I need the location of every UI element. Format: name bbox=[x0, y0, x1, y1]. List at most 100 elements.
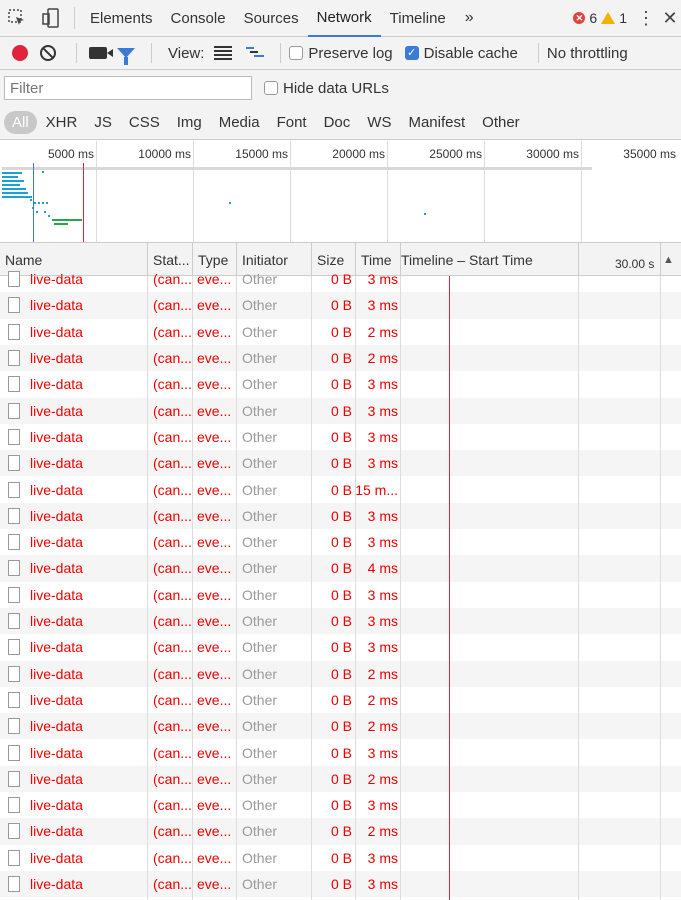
filter-input[interactable] bbox=[4, 76, 252, 100]
time-cell: 3 ms bbox=[367, 797, 398, 814]
document-icon bbox=[8, 297, 20, 314]
device-toolbar-icon[interactable] bbox=[34, 0, 68, 37]
status-cell: (can... bbox=[153, 350, 191, 367]
error-count: 6 bbox=[589, 10, 598, 26]
name-cell[interactable]: live-data bbox=[8, 818, 146, 844]
tab-sources[interactable]: Sources bbox=[235, 0, 308, 37]
size-cell: 0 B bbox=[330, 297, 352, 314]
time-cell: 2 ms bbox=[367, 718, 398, 735]
type-other[interactable]: Other bbox=[474, 111, 528, 134]
status-cell: (can... bbox=[153, 691, 191, 708]
overview-tick-label: 25000 ms bbox=[429, 147, 482, 161]
name-cell[interactable]: live-data bbox=[8, 424, 146, 450]
document-icon bbox=[8, 613, 20, 630]
type-cell: eve... bbox=[197, 455, 232, 472]
throttling-select[interactable]: No throttling bbox=[547, 45, 628, 62]
checkbox-unchecked[interactable] bbox=[289, 46, 304, 60]
type-font[interactable]: Font bbox=[269, 111, 315, 134]
status-cell: (can... bbox=[153, 823, 191, 840]
load-marker bbox=[83, 163, 84, 242]
initiator-cell: Other bbox=[242, 271, 278, 288]
type-all[interactable]: All bbox=[4, 111, 37, 134]
tab-console[interactable]: Console bbox=[162, 0, 235, 37]
name-cell[interactable]: live-data bbox=[8, 450, 146, 476]
close-icon[interactable]: ✕ bbox=[659, 8, 681, 29]
time-cell: 3 ms bbox=[367, 402, 398, 419]
hide-data-urls-checkbox[interactable]: Hide data URLs bbox=[264, 80, 389, 97]
overview-dot bbox=[42, 202, 44, 204]
clear-button[interactable] bbox=[40, 45, 56, 61]
request-name: live-data bbox=[30, 376, 83, 393]
initiator-cell: Other bbox=[242, 665, 278, 682]
type-cell: eve... bbox=[197, 534, 232, 551]
document-icon bbox=[8, 402, 20, 419]
type-doc[interactable]: Doc bbox=[316, 111, 359, 134]
name-cell[interactable]: live-data bbox=[8, 845, 146, 871]
name-cell[interactable]: live-data bbox=[8, 608, 146, 634]
name-cell[interactable]: live-data bbox=[8, 345, 146, 371]
status-cell: (can... bbox=[153, 744, 191, 761]
type-img[interactable]: Img bbox=[169, 111, 210, 134]
type-cell: eve... bbox=[197, 665, 232, 682]
request-name: live-data bbox=[30, 455, 83, 472]
type-ws[interactable]: WS bbox=[359, 111, 399, 134]
filter-icon[interactable] bbox=[117, 48, 135, 65]
network-overview[interactable]: 5000 ms 10000 ms 15000 ms 20000 ms 25000… bbox=[0, 141, 681, 243]
record-button[interactable] bbox=[12, 45, 28, 61]
type-manifest[interactable]: Manifest bbox=[400, 111, 473, 134]
type-js[interactable]: JS bbox=[86, 111, 120, 134]
tab-network[interactable]: Network bbox=[307, 0, 381, 37]
name-cell[interactable]: live-data bbox=[8, 529, 146, 555]
type-xhr[interactable]: XHR bbox=[38, 111, 86, 134]
tab-timeline[interactable]: Timeline bbox=[381, 0, 455, 37]
size-cell: 0 B bbox=[330, 534, 352, 551]
time-cell: 3 ms bbox=[367, 639, 398, 656]
disable-cache-checkbox[interactable]: ✓ Disable cache bbox=[404, 45, 518, 62]
name-cell[interactable]: live-data bbox=[8, 766, 146, 792]
name-cell[interactable]: live-data bbox=[8, 713, 146, 739]
preserve-log-checkbox[interactable]: Preserve log bbox=[289, 45, 393, 62]
overview-tick-label: 15000 ms bbox=[235, 147, 288, 161]
console-counts[interactable]: ✕ 6 1 bbox=[573, 10, 633, 26]
name-cell[interactable]: live-data bbox=[8, 634, 146, 660]
time-cell: 3 ms bbox=[367, 534, 398, 551]
document-icon bbox=[8, 534, 20, 551]
warning-count: 1 bbox=[619, 10, 627, 26]
type-media[interactable]: Media bbox=[211, 111, 268, 134]
name-cell[interactable]: live-data bbox=[8, 398, 146, 424]
column-divider bbox=[236, 276, 237, 900]
name-cell[interactable]: live-data bbox=[8, 319, 146, 345]
checkbox-unchecked[interactable] bbox=[264, 81, 278, 95]
name-cell[interactable]: live-data bbox=[8, 476, 146, 502]
tab-elements[interactable]: Elements bbox=[81, 0, 162, 37]
type-css[interactable]: CSS bbox=[121, 111, 168, 134]
more-tabs-button[interactable]: » bbox=[455, 9, 484, 27]
document-icon bbox=[8, 507, 20, 524]
initiator-cell: Other bbox=[242, 560, 278, 577]
name-cell[interactable]: live-data bbox=[8, 503, 146, 529]
overview-bar bbox=[2, 188, 26, 190]
dom-content-loaded-marker bbox=[33, 163, 34, 242]
more-options-icon[interactable]: ⋮ bbox=[633, 8, 659, 29]
initiator-cell: Other bbox=[242, 297, 278, 314]
name-cell[interactable]: live-data bbox=[8, 661, 146, 687]
name-cell[interactable]: live-data bbox=[8, 292, 146, 318]
size-cell: 0 B bbox=[330, 639, 352, 656]
name-cell[interactable]: live-data bbox=[8, 792, 146, 818]
checkbox-checked[interactable]: ✓ bbox=[404, 46, 419, 60]
request-table: Name Stat... Type Initiator Size Time Ti… bbox=[0, 243, 681, 900]
name-cell[interactable]: live-data bbox=[8, 871, 146, 897]
capture-screenshots-icon[interactable] bbox=[89, 47, 113, 59]
large-rows-icon[interactable] bbox=[214, 46, 233, 60]
inspect-element-icon[interactable] bbox=[0, 0, 34, 37]
name-cell[interactable]: live-data bbox=[8, 371, 146, 397]
name-cell[interactable]: live-data bbox=[8, 582, 146, 608]
name-cell[interactable]: live-data bbox=[8, 555, 146, 581]
overview-bar bbox=[2, 172, 22, 174]
overview-icon[interactable] bbox=[246, 46, 266, 60]
name-cell[interactable]: live-data bbox=[8, 687, 146, 713]
size-cell: 0 B bbox=[330, 507, 352, 524]
name-cell[interactable]: live-data bbox=[8, 739, 146, 765]
document-icon bbox=[8, 744, 20, 761]
name-cell[interactable]: live-data bbox=[8, 266, 146, 292]
